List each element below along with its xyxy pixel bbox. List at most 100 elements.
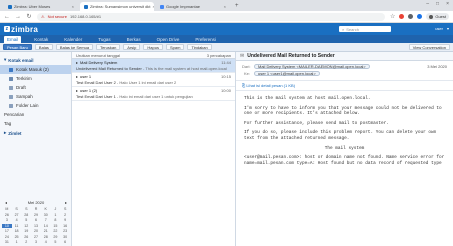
- calendar-day[interactable]: 6: [60, 240, 70, 244]
- tab-drive[interactable]: Open Drive: [154, 36, 183, 43]
- close-tab-icon[interactable]: ×: [152, 4, 154, 9]
- folder-drafts[interactable]: Draft: [0, 83, 71, 92]
- calendar-day[interactable]: 15: [51, 224, 61, 228]
- tab-contacts[interactable]: Kontak: [31, 36, 51, 43]
- extension-icon[interactable]: [417, 14, 423, 19]
- calendar-day[interactable]: 22: [51, 229, 61, 233]
- calendar-day[interactable]: 8: [51, 218, 61, 222]
- browser-tab-1[interactable]: Zimbra: Uber Moses ×: [4, 2, 78, 11]
- calendar-day[interactable]: 27: [12, 213, 22, 217]
- folder-sent[interactable]: Terkirim: [0, 74, 71, 83]
- tab-email[interactable]: Email: [4, 36, 22, 43]
- calendar-day[interactable]: 13: [31, 224, 41, 228]
- calendar-day[interactable]: 28: [41, 235, 51, 239]
- star-icon[interactable]: ☆: [390, 13, 395, 20]
- close-window-icon[interactable]: ×: [446, 1, 449, 7]
- calendar-day[interactable]: 2: [21, 240, 31, 244]
- extension-icon[interactable]: [399, 14, 405, 19]
- calendar-day[interactable]: 17: [2, 229, 12, 233]
- list-item[interactable]: ▸ user 1 10:15 Test Email Dari User 2 - Ha…: [72, 73, 235, 87]
- sender-pill[interactable]: Mail Delivery System <MAILER-DAEMON@mail…: [254, 64, 370, 69]
- reply-all-button[interactable]: Balas ke Semua: [55, 44, 94, 50]
- spam-button[interactable]: Spam: [165, 44, 185, 50]
- calendar-day[interactable]: 31: [2, 240, 12, 244]
- calendar-day[interactable]: 24: [2, 235, 12, 239]
- not-secure-icon[interactable]: ⚠: [41, 14, 45, 19]
- calendar-day[interactable]: 26: [21, 235, 31, 239]
- calendar-day[interactable]: 29: [31, 213, 41, 217]
- calendar-day[interactable]: 23: [60, 229, 70, 233]
- tab-tasks[interactable]: Tugas: [95, 36, 113, 43]
- url-bar[interactable]: ⚠ Not secure 192.168.0.165/#1: [37, 12, 385, 21]
- new-message-button[interactable]: Pesan Baru: [3, 44, 32, 50]
- calendar-day[interactable]: 1: [51, 213, 61, 217]
- expand-icon[interactable]: ▸: [76, 74, 78, 79]
- calendar-day[interactable]: 11: [12, 224, 22, 228]
- calendar-day[interactable]: 25: [12, 235, 22, 239]
- section-searches[interactable]: Pencarian: [0, 110, 71, 119]
- prev-month-icon[interactable]: ◂: [5, 200, 7, 205]
- calendar-day[interactable]: 4: [12, 218, 22, 222]
- sort-control[interactable]: Urutkan menurut tanggal: [76, 53, 120, 58]
- list-item[interactable]: ▸ Mail Delivery System 11:44 Undelivered M…: [72, 59, 235, 73]
- view-button[interactable]: View Conversation: [408, 44, 450, 50]
- close-tab-icon[interactable]: ×: [224, 4, 226, 9]
- calendar-day[interactable]: 20: [31, 229, 41, 233]
- forward-icon[interactable]: →: [15, 14, 21, 20]
- reload-icon[interactable]: ↻: [26, 13, 32, 20]
- minimize-icon[interactable]: –: [426, 1, 429, 7]
- browser-tab-2[interactable]: Zimbra: Sumansimon universit dkt ×: [80, 2, 154, 11]
- calendar-day[interactable]: 26: [2, 213, 12, 217]
- calendar-day[interactable]: 3: [2, 218, 12, 222]
- calendar-day[interactable]: 2: [60, 213, 70, 217]
- folder-inbox[interactable]: Kotak Masuk (2): [0, 65, 71, 74]
- calendar-day[interactable]: 29: [51, 235, 61, 239]
- section-mail[interactable]: ▾ Kotak email: [0, 55, 71, 65]
- list-item[interactable]: ▸ user 1 (2) 10:00 Test Email Dari User 1 …: [72, 87, 235, 101]
- folder-other[interactable]: Folder Lain: [0, 101, 71, 110]
- profile-button[interactable]: Guest: [426, 13, 449, 20]
- calendar-day[interactable]: 7: [41, 218, 51, 222]
- calendar-day[interactable]: 21: [41, 229, 51, 233]
- user-menu[interactable]: user ▾: [435, 26, 449, 31]
- browser-tab-3[interactable]: Google Impmantae ×: [156, 2, 230, 11]
- recipient-pill[interactable]: user 1 <user1@mail.open.local>: [254, 71, 320, 76]
- attachment-link[interactable]: ⎘ Lihat isi detail pesan (1 KB): [236, 81, 453, 91]
- reply-button[interactable]: Balas: [34, 44, 53, 50]
- close-tab-icon[interactable]: ×: [72, 4, 74, 9]
- calendar-day[interactable]: 27: [31, 235, 41, 239]
- tab-files[interactable]: Berkas: [124, 36, 144, 43]
- calendar-day[interactable]: 14: [41, 224, 51, 228]
- archive-button[interactable]: Arsip: [123, 44, 141, 50]
- calendar-day[interactable]: 10: [2, 223, 12, 228]
- tab-calendar[interactable]: Kalender: [61, 36, 85, 43]
- calendar-day[interactable]: 28: [21, 213, 31, 217]
- expand-icon[interactable]: ▸: [76, 88, 78, 93]
- next-month-icon[interactable]: ▸: [65, 200, 67, 205]
- search-input[interactable]: ⌕ Search: [339, 26, 391, 32]
- calendar-day[interactable]: 4: [41, 240, 51, 244]
- actions-button[interactable]: Tindakan: [187, 44, 212, 50]
- delete-button[interactable]: Hapus: [143, 44, 163, 50]
- calendar-day[interactable]: 5: [21, 218, 31, 222]
- section-tags[interactable]: Tag: [0, 119, 71, 128]
- calendar-day[interactable]: 12: [21, 224, 31, 228]
- calendar-day[interactable]: 30: [60, 235, 70, 239]
- maximize-icon[interactable]: □: [436, 1, 439, 7]
- calendar-day[interactable]: 9: [60, 218, 70, 222]
- tab-preferences[interactable]: Preferensi: [192, 36, 219, 43]
- expand-icon[interactable]: ▸: [76, 60, 78, 65]
- calendar-day[interactable]: 3: [31, 240, 41, 244]
- back-icon[interactable]: ←: [4, 14, 10, 20]
- calendar-day[interactable]: 16: [60, 224, 70, 228]
- new-tab-button[interactable]: +: [235, 3, 239, 9]
- forward-button[interactable]: Teruskan: [96, 44, 121, 50]
- folder-trash[interactable]: Sampah: [0, 92, 71, 101]
- section-zimlets[interactable]: ▸ Zimlet: [0, 128, 71, 138]
- calendar-day[interactable]: 18: [12, 229, 22, 233]
- calendar-day[interactable]: 19: [21, 229, 31, 233]
- extension-icon[interactable]: [408, 14, 414, 19]
- calendar-day[interactable]: 1: [12, 240, 22, 244]
- calendar-day[interactable]: 6: [31, 218, 41, 222]
- calendar-day[interactable]: 30: [41, 213, 51, 217]
